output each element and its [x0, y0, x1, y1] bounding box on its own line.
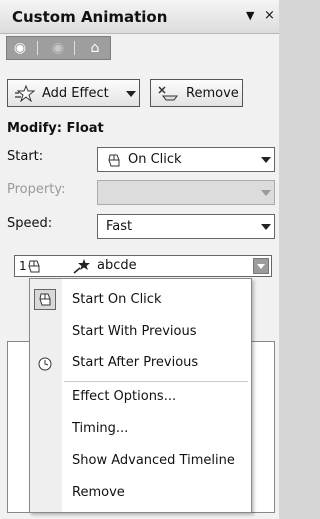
mouse-click-icon: [108, 154, 120, 167]
effect-name: abcde: [97, 258, 137, 273]
menu-item-show-advanced-timeline[interactable]: Show Advanced Timeline: [72, 453, 235, 468]
speed-label: Speed:: [7, 216, 53, 231]
start-label: Start:: [7, 149, 44, 164]
pane-navigation-bar: ◉ ◉ ⌂: [6, 36, 111, 60]
speed-value: Fast: [106, 219, 133, 234]
chevron-down-icon[interactable]: [258, 148, 274, 171]
chevron-down-icon: [126, 91, 136, 97]
back-icon[interactable]: ◉: [9, 38, 31, 58]
custom-animation-pane: Custom Animation ▼ × ◉ ◉ ⌂ Add Effect Re…: [0, 0, 279, 519]
close-icon[interactable]: ×: [264, 8, 275, 23]
speed-dropdown[interactable]: Fast: [97, 214, 275, 239]
float-effect-star-icon: [73, 259, 90, 274]
modify-heading: Modify: Float: [7, 121, 104, 136]
menu-icon-gutter: [30, 279, 62, 512]
home-icon[interactable]: ⌂: [84, 38, 106, 58]
clock-icon: [38, 357, 52, 371]
remove-button[interactable]: Remove: [150, 79, 243, 107]
mouse-click-icon: [28, 260, 40, 273]
menu-item-start-on-click[interactable]: Start On Click: [72, 292, 161, 307]
start-on-click-checked-icon: [34, 289, 56, 310]
add-effect-button[interactable]: Add Effect: [7, 79, 140, 107]
add-effect-star-icon: [15, 85, 36, 102]
pane-menu-icon[interactable]: ▼: [246, 9, 254, 22]
effect-context-menu: Start On Click Start With Previous Start…: [29, 278, 252, 513]
menu-item-remove[interactable]: Remove: [72, 485, 125, 500]
menu-item-start-with-previous[interactable]: Start With Previous: [72, 324, 196, 339]
effect-order-number: 1: [19, 259, 27, 273]
start-dropdown[interactable]: On Click: [97, 147, 275, 172]
nav-separator: [74, 41, 75, 55]
add-effect-label: Add Effect: [42, 86, 109, 101]
forward-icon[interactable]: ◉: [47, 38, 69, 58]
task-pane-titlebar: Custom Animation ▼ ×: [0, 0, 279, 34]
start-value: On Click: [128, 152, 182, 167]
effect-item-dropdown-button[interactable]: [253, 258, 269, 274]
menu-item-start-after-previous[interactable]: Start After Previous: [72, 355, 198, 370]
menu-item-timing[interactable]: Timing...: [72, 421, 128, 436]
menu-item-effect-options[interactable]: Effect Options...: [72, 389, 176, 404]
property-dropdown: [97, 180, 275, 205]
remove-effect-icon: [158, 86, 178, 101]
pane-title: Custom Animation: [12, 8, 168, 26]
nav-separator: [37, 41, 38, 55]
chevron-down-icon: [258, 181, 274, 204]
remove-button-label: Remove: [186, 86, 239, 101]
effect-list-item[interactable]: 1 abcde: [14, 255, 272, 277]
chevron-down-icon[interactable]: [258, 215, 274, 238]
menu-separator: [64, 381, 248, 382]
property-label: Property:: [7, 182, 66, 197]
